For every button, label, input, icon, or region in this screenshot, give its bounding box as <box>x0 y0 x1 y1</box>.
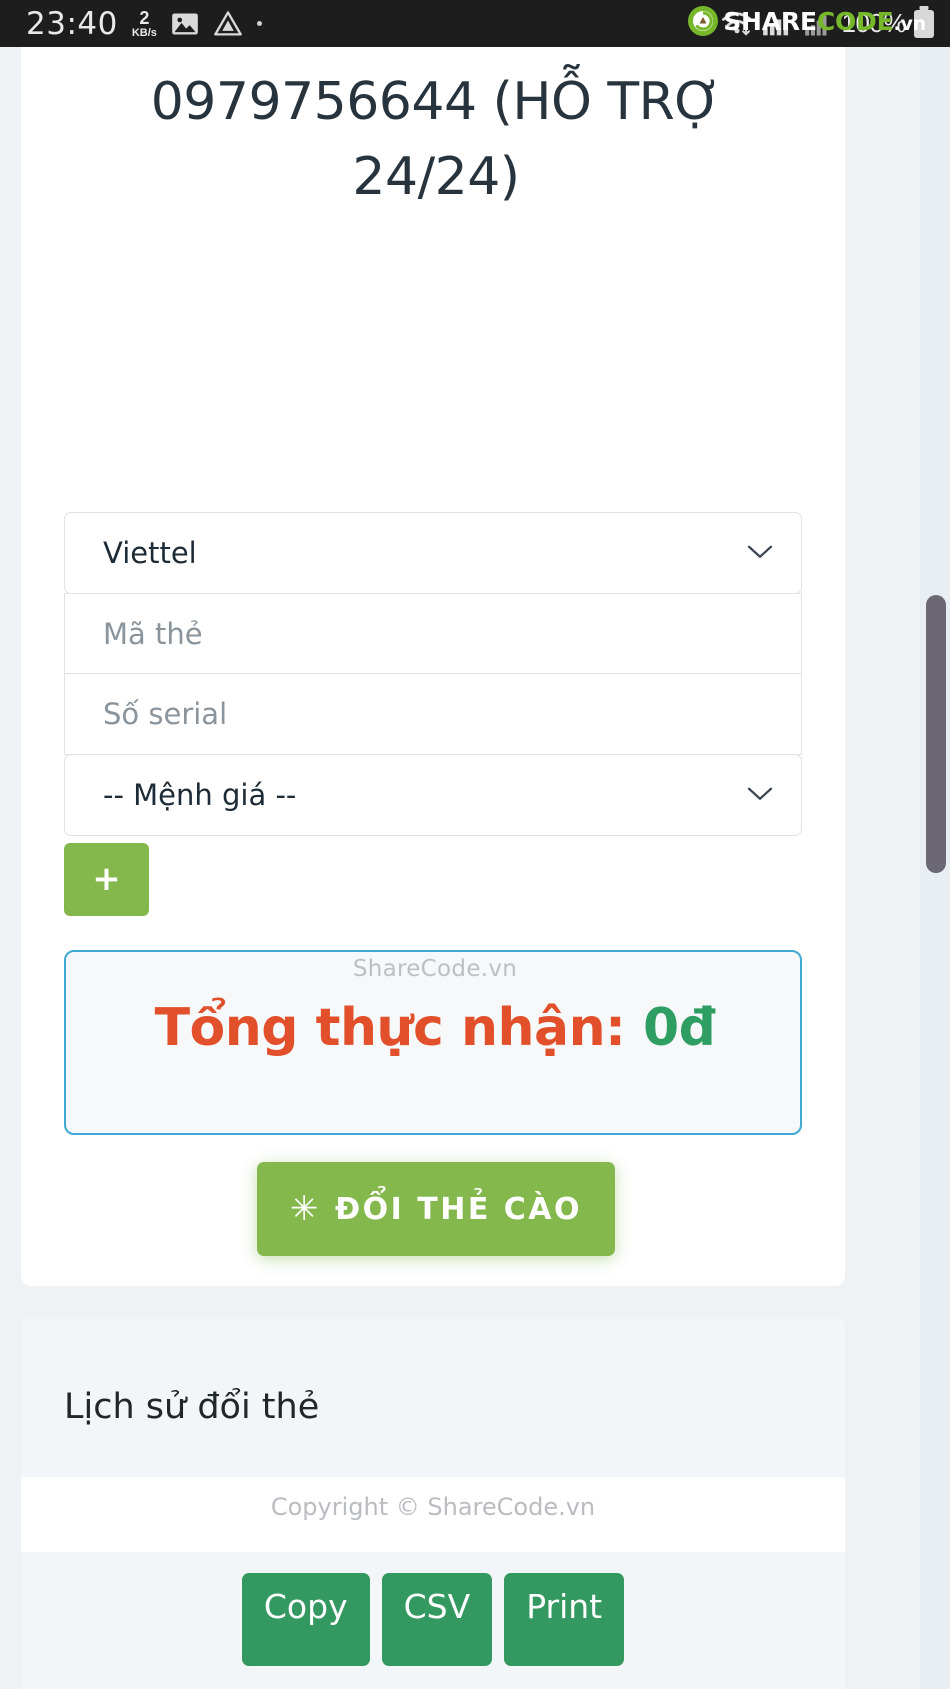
card-code-placeholder: Mã thẻ <box>103 616 203 651</box>
print-button[interactable]: Print <box>504 1573 625 1666</box>
network-speed-indicator: 2 KB/s <box>132 9 157 39</box>
scrollbar-track[interactable] <box>920 47 950 1689</box>
signal-icon-secondary <box>804 11 834 37</box>
phone-screen: 23:40 2 KB/s 100% SHARECODE.vn 097975664… <box>0 0 950 1689</box>
network-speed-value: 2 <box>139 7 150 28</box>
page-title: 0979756644 (HỖ TRỢ 24/24) <box>150 72 722 208</box>
total-receive-box: ShareCode.vn Tổng thực nhận: 0đ <box>64 950 802 1135</box>
serial-placeholder: Số serial <box>103 697 228 731</box>
android-status-bar: 23:40 2 KB/s 100% SHARECODE.vn <box>0 0 950 47</box>
drive-icon <box>213 10 243 38</box>
network-select-value: Viettel <box>103 536 197 570</box>
copy-button[interactable]: Copy <box>241 1573 370 1666</box>
chevron-down-icon <box>747 786 773 801</box>
status-bar-clock: 23:40 <box>26 5 118 42</box>
total-box-watermark: ShareCode.vn <box>352 956 518 982</box>
total-receive-label: Tổng thực nhận: <box>154 998 626 1058</box>
scrollbar-thumb[interactable] <box>926 595 946 873</box>
gallery-icon <box>171 12 199 36</box>
wifi-icon <box>720 10 754 38</box>
denomination-select-value: -- Mệnh giá -- <box>103 777 297 812</box>
total-receive-amount: 0đ <box>643 998 716 1058</box>
dot-icon <box>256 21 262 26</box>
exchange-form: Viettel Mã thẻ Số serial -- Mệnh giá -- <box>64 512 802 836</box>
network-speed-unit: KB/s <box>131 26 157 39</box>
battery-percentage: 100% <box>841 8 907 38</box>
battery-icon <box>914 9 934 38</box>
total-receive-text: Tổng thực nhận: 0đ <box>66 998 804 1058</box>
exchange-card-button-label: ĐỔI THẺ CÀO <box>335 1191 582 1227</box>
history-body: Copyright © ShareCode.vn Copy CSV Print <box>21 1477 845 1689</box>
csv-button[interactable]: CSV <box>381 1573 493 1666</box>
status-bar-right-group: 100% <box>720 8 934 39</box>
signal-icon <box>762 11 796 37</box>
copyright-watermark: Copyright © ShareCode.vn <box>270 1493 596 1521</box>
chevron-down-icon <box>747 545 773 560</box>
card-exchange: 0979756644 (HỖ TRỢ 24/24) Viettel Mã thẻ… <box>21 47 845 1286</box>
network-select[interactable]: Viettel <box>64 512 802 594</box>
card-code-input[interactable]: Mã thẻ <box>64 592 802 675</box>
sharecode-logo-icon <box>688 6 719 36</box>
page-content: 0979756644 (HỖ TRỢ 24/24) Viettel Mã thẻ… <box>0 47 950 1689</box>
asterisk-icon: ✳ <box>290 1189 321 1229</box>
history-title: Lịch sử đổi thẻ <box>64 1387 320 1427</box>
add-card-button[interactable]: + <box>64 843 149 916</box>
serial-input[interactable]: Số serial <box>64 673 802 755</box>
exchange-card-button[interactable]: ✳ ĐỔI THẺ CÀO <box>257 1162 615 1256</box>
status-bar-left-group: 23:40 2 KB/s <box>26 6 262 42</box>
history-toolbar: Copy CSV Print <box>21 1552 845 1689</box>
card-history: Lịch sử đổi thẻ Copyright © ShareCode.vn… <box>21 1317 845 1689</box>
denomination-select[interactable]: -- Mệnh giá -- <box>64 753 802 836</box>
